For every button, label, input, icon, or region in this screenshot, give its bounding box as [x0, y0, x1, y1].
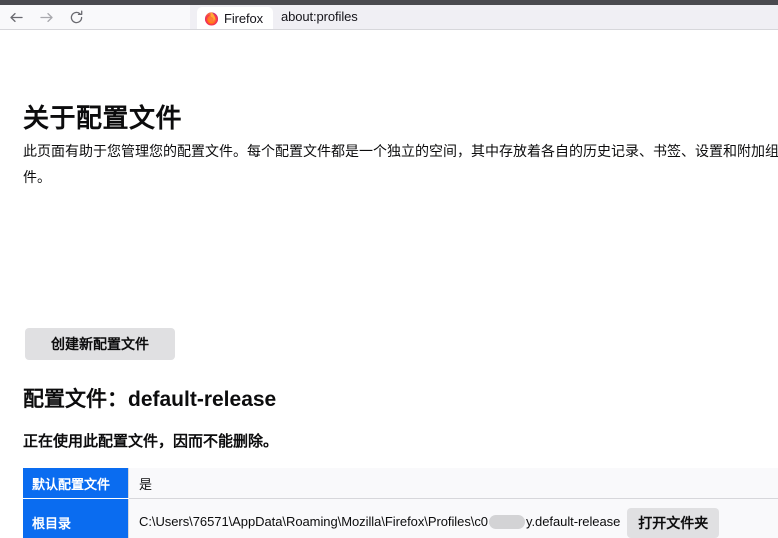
row-label-root-directory: 根目录 — [23, 498, 129, 538]
profile-section-heading: 配置文件：default-release — [23, 383, 276, 413]
path-prefix: C:\Users\76571\AppData\Roaming\Mozilla\F… — [139, 513, 488, 529]
row-label-default-profile: 默认配置文件 — [23, 468, 129, 499]
root-directory-path: C:\Users\76571\AppData\Roaming\Mozilla\F… — [139, 513, 621, 530]
forward-icon[interactable] — [32, 5, 60, 30]
back-icon[interactable] — [2, 5, 30, 30]
url-text[interactable]: about:profiles — [281, 9, 358, 24]
browser-chrome: Firefox about:profiles — [0, 0, 778, 30]
about-profiles-page: 关于配置文件 此页面有助于您管理您的配置文件。每个配置文件都是一个独立的空间，其… — [0, 30, 778, 538]
page-title: 关于配置文件 — [23, 103, 183, 133]
row-value-root-directory: C:\Users\76571\AppData\Roaming\Mozilla\F… — [128, 498, 778, 538]
row-value-default-profile: 是 — [128, 468, 778, 499]
table-row: 默认配置文件 是 — [23, 468, 778, 499]
path-redaction-blur — [488, 515, 525, 530]
open-directory-button[interactable]: 打开文件夹 — [627, 507, 720, 538]
intro-paragraph: 此页面有助于您管理您的配置文件。每个配置文件都是一个独立的空间，其中存放着各自的… — [23, 143, 778, 185]
firefox-logo-icon — [204, 11, 219, 26]
table-row: 根目录 C:\Users\76571\AppData\Roaming\Mozil… — [23, 498, 778, 538]
create-profile-button[interactable]: 创建新配置文件 — [25, 328, 175, 360]
profile-in-use-note: 正在使用此配置文件，因而不能删除。 — [23, 433, 279, 450]
profile-name: default-release — [128, 388, 277, 411]
path-suffix: y.default-release — [525, 513, 621, 529]
tab-firefox[interactable]: Firefox — [197, 7, 273, 29]
reload-icon[interactable] — [62, 5, 90, 30]
profile-heading-prefix: 配置文件： — [23, 388, 128, 411]
profile-details-table: 默认配置文件 是 根目录 C:\Users\76571\AppData\Roam… — [23, 468, 778, 538]
tab-title: Firefox — [224, 10, 264, 26]
